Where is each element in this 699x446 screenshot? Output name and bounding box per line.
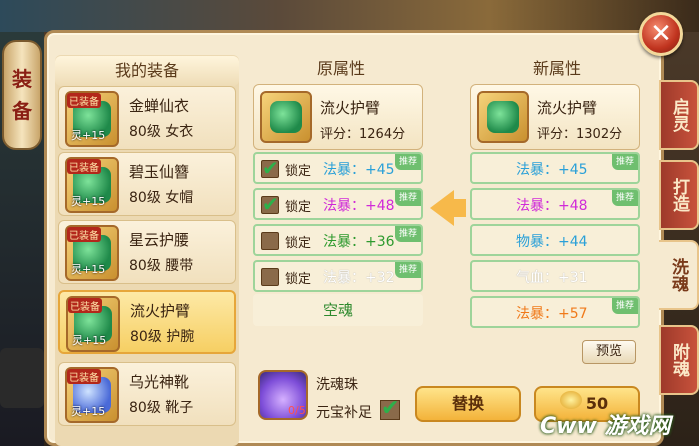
close-button[interactable]: ✕ — [639, 12, 683, 56]
list-item[interactable]: 已装备 灵+15 星云护腰 80级 腰带 — [58, 220, 236, 284]
close-icon: ✕ — [650, 19, 672, 49]
orig-attr-row: 锁定 法暴：+36 推荐 — [253, 224, 423, 256]
new-attr-row: 物暴：+44 — [470, 224, 640, 256]
lock-checkbox[interactable] — [261, 192, 279, 216]
equipment-lantern-title: 装 备 — [2, 40, 42, 150]
equipment-icon: 已装备 灵+15 — [65, 367, 119, 423]
equipment-icon: 已装备 灵+15 — [65, 91, 119, 147]
ingot-auto-fill-checkbox[interactable] — [380, 396, 400, 421]
orig-attr-row: 锁定 法暴：+45 推荐 — [253, 152, 423, 184]
equipment-icon: 已装备 灵+15 — [66, 296, 120, 352]
empty-soul-slot: 空魂 — [253, 294, 423, 326]
my-equipment-header: 我的装备 — [55, 56, 239, 86]
list-item-selected[interactable]: 已装备 灵+15 流火护臂 80级 护腕 — [58, 290, 236, 354]
new-attr-row: 法暴：+48 推荐 — [470, 188, 640, 220]
lock-checkbox[interactable] — [261, 268, 279, 286]
new-equipment-card: 流火护臂 评分：1302分 — [470, 84, 640, 150]
orig-attr-row: 锁定 法暴：+32 推荐 — [253, 260, 423, 292]
tab-dazao[interactable]: 打造 — [659, 160, 699, 230]
tab-qiling[interactable]: 启灵 — [659, 80, 699, 150]
original-equipment-card: 流火护臂 评分：1264分 — [253, 84, 423, 150]
list-item[interactable]: 已装备 灵+15 乌光神靴 80级 靴子 — [58, 362, 236, 426]
original-attributes-header: 原属性 — [316, 59, 365, 78]
tab-fuhun[interactable]: 附魂 — [659, 325, 699, 395]
list-item[interactable]: 已装备 灵+15 碧玉仙簪 80级 女帽 — [58, 152, 236, 216]
ingot-auto-fill-label: 元宝补足 — [316, 405, 372, 421]
list-item[interactable]: 已装备 灵+15 金蝉仙衣 80级 女衣 — [58, 86, 236, 150]
new-attributes-header: 新属性 — [532, 59, 581, 78]
new-attr-row: 法暴：+45 推荐 — [470, 152, 640, 184]
lock-checkbox[interactable] — [261, 156, 279, 180]
watermark: Cww 游戏网 — [540, 414, 671, 439]
chat-icon[interactable] — [0, 348, 44, 408]
new-attr-row: 气血：+31 — [470, 260, 640, 292]
lock-checkbox[interactable] — [261, 232, 279, 250]
gem-count: 0/5 — [288, 404, 306, 417]
preview-button[interactable]: 预览 — [582, 340, 636, 364]
gem-name: 洗魂珠 — [316, 377, 358, 393]
equipment-icon — [477, 91, 529, 143]
tab-xihun[interactable]: 洗魂 — [659, 240, 699, 310]
replace-button[interactable]: 替换 — [415, 386, 521, 422]
new-attr-row: 法暴：+57 推荐 — [470, 296, 640, 328]
top-hud-background — [0, 0, 699, 32]
equipment-icon: 已装备 灵+15 — [65, 157, 119, 213]
arrow-tail — [452, 199, 466, 217]
equipment-icon: 已装备 灵+15 — [65, 225, 119, 281]
arrow-left-icon — [430, 190, 454, 226]
gold-ingot-icon — [560, 391, 582, 409]
equipment-icon — [260, 91, 312, 143]
orig-attr-row: 锁定 法暴：+48 推荐 — [253, 188, 423, 220]
